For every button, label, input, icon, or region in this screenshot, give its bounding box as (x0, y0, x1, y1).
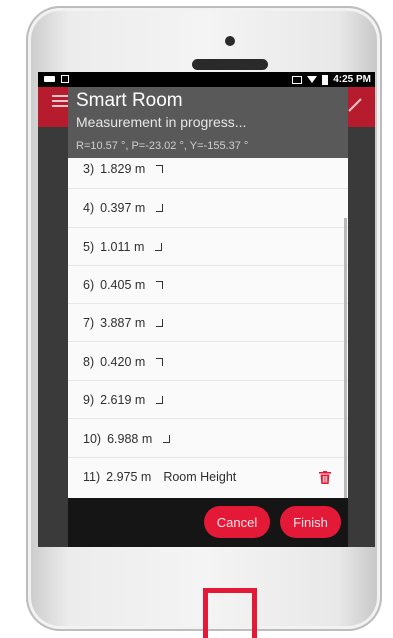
corner-right-down-icon (156, 165, 164, 173)
pencil-icon[interactable] (345, 95, 365, 115)
item-value: 1.011 m (100, 240, 145, 254)
item-index: 9) (83, 393, 95, 407)
wifi-icon (307, 76, 318, 83)
phone-screen: 4:25 PM Smart Room Measurement in progre… (38, 72, 375, 547)
item-index: 8) (83, 355, 95, 369)
status-time: 4:25 PM (333, 74, 371, 85)
list-item[interactable]: 5) 1.011 m (68, 228, 348, 266)
corner-right-up-icon (155, 243, 163, 251)
list-item[interactable]: 6) 0.405 m (68, 266, 348, 304)
item-value: 6.988 m (107, 432, 153, 446)
item-index: 5) (83, 240, 95, 254)
item-index: 11) (83, 470, 101, 484)
item-index: 3) (83, 162, 95, 176)
sim-icon (292, 75, 303, 84)
list-item[interactable]: 10) 6.988 m (68, 420, 348, 458)
dialog-title: Smart Room (76, 90, 183, 111)
corner-right-down-icon (156, 358, 164, 366)
list-item[interactable]: 11) 2.975 m Room Height (68, 458, 348, 496)
measurement-list[interactable]: 3) 1.829 m 4) 0.397 m 5) 1.011 m 6) 0.40… (68, 158, 348, 498)
item-value: 1.829 m (100, 162, 146, 176)
item-value: 0.405 m (100, 278, 146, 292)
dimmed-background-left (38, 127, 68, 547)
item-value: 0.420 m (100, 355, 146, 369)
status-bar: 4:25 PM (38, 72, 375, 87)
item-value: 2.975 m (106, 470, 152, 484)
item-index: 10) (83, 432, 102, 446)
item-value: 0.397 m (100, 201, 146, 215)
corner-right-up-icon (156, 204, 164, 212)
corner-right-up-icon (156, 396, 164, 404)
item-value: 3.887 m (100, 316, 146, 330)
list-item[interactable]: 4) 0.397 m (68, 189, 348, 227)
corner-right-up-icon (163, 435, 171, 443)
image-notification-icon (61, 75, 69, 83)
list-item[interactable]: 7) 3.887 m (68, 304, 348, 342)
item-label: Room Height (163, 470, 237, 484)
item-index: 6) (83, 278, 95, 292)
list-item[interactable]: 9) 2.619 m (68, 381, 348, 419)
item-index: 4) (83, 201, 95, 215)
trash-icon[interactable] (319, 471, 331, 484)
list-item[interactable]: 3) 1.829 m (68, 158, 348, 188)
dialog-subtitle: Measurement in progress... (76, 114, 247, 130)
corner-right-up-icon (156, 319, 164, 327)
notification-icon (44, 76, 55, 82)
corner-right-down-icon (156, 281, 164, 289)
list-scrollbar[interactable] (344, 218, 347, 498)
dialog-header: Smart Room Measurement in progress... R=… (68, 87, 348, 158)
battery-icon (322, 74, 329, 85)
finish-button[interactable]: Finish (280, 506, 341, 538)
menu-icon[interactable] (52, 95, 68, 110)
front-camera (225, 36, 235, 46)
dialog-actions: Cancel Finish (68, 498, 348, 547)
cancel-button[interactable]: Cancel (204, 506, 270, 538)
list-item[interactable]: 8) 0.420 m (68, 343, 348, 381)
orientation-readout: R=10.57 °, P=-23.02 °, Y=-155.37 ° (76, 140, 249, 152)
item-index: 7) (83, 316, 95, 330)
item-value: 2.619 m (100, 393, 146, 407)
dimmed-background-right (348, 127, 375, 547)
earpiece-speaker (192, 59, 268, 70)
